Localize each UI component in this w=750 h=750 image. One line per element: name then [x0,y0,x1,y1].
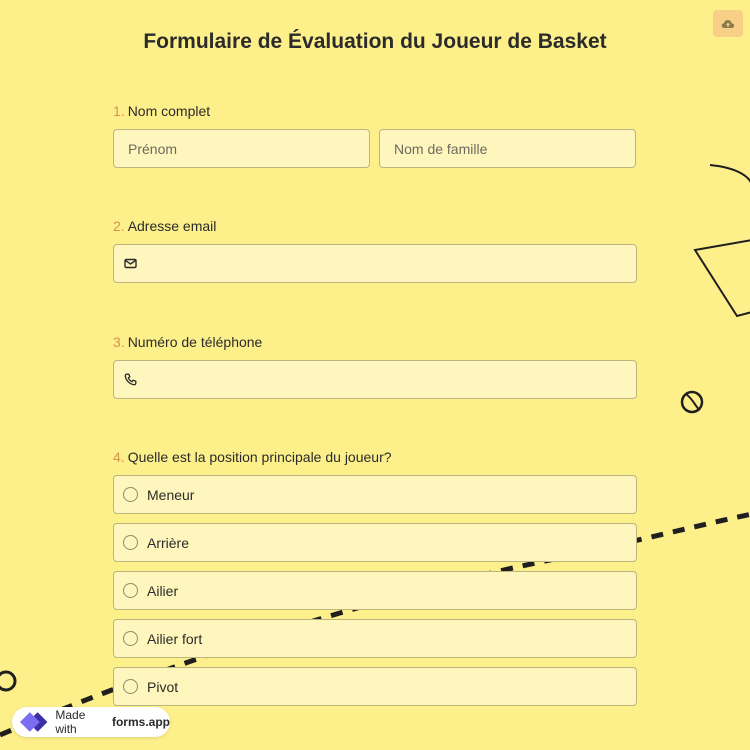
question-label: 2. Adresse email [113,217,637,235]
made-with-badge[interactable]: Made with forms.app [12,707,170,737]
first-name-input[interactable]: Prénom [113,129,370,168]
badge-brand: forms.app [111,715,170,729]
name-fields-row: Prénom Nom de famille [113,129,637,168]
question-full-name: 1. Nom complet Prénom Nom de famille [113,102,637,168]
backboard-decoration [693,239,750,318]
question-position: 4. Quelle est la position principale du j… [113,448,637,706]
question-label: 4. Quelle est la position principale du j… [113,448,637,466]
ball-decoration [680,390,704,414]
question-text: Numéro de téléphone [127,334,263,350]
email-input[interactable] [113,244,637,283]
radio-option-ailier[interactable]: Ailier [113,571,637,610]
question-number: 4. [113,449,125,465]
radio-button[interactable] [123,679,138,694]
radio-option-meneur[interactable]: Meneur [113,475,637,514]
option-label: Ailier fort [147,630,203,647]
question-label: 1. Nom complet [113,102,637,120]
radio-button[interactable] [123,583,138,598]
radio-option-pivot[interactable]: Pivot [113,667,637,706]
badge-prefix: Made with [55,708,86,736]
last-name-input[interactable]: Nom de famille [379,129,636,168]
question-number: 3. [113,334,125,350]
ball-decoration-seam [685,393,701,411]
question-number: 1. [113,103,125,119]
phone-input[interactable] [113,360,637,399]
option-label: Ailier [147,582,179,599]
form-title: Formulaire de Évaluation du Joueur de Ba… [143,30,607,53]
radio-button[interactable] [123,487,138,502]
option-label: Pivot [147,678,179,695]
question-label: 3. Numéro de téléphone [113,333,637,351]
phone-icon [124,373,137,386]
option-label: Arrière [147,534,190,551]
radio-button[interactable] [123,535,138,550]
cloud-icon [721,19,735,28]
radio-button[interactable] [123,631,138,646]
question-text: Quelle est la position principale du jou… [127,449,392,465]
question-text: Adresse email [127,218,217,234]
envelope-icon [124,258,137,269]
court-arc-decoration [709,164,750,183]
option-label: Meneur [147,486,195,503]
question-email: 2. Adresse email [113,217,637,283]
question-number: 2. [113,218,125,234]
question-text: Nom complet [127,103,211,119]
radio-option-ailier-fort[interactable]: Ailier fort [113,619,637,658]
small-ball-decoration [0,670,17,692]
radio-option-arriere[interactable]: Arrière [113,523,637,562]
forms-app-logo-icon [20,712,48,732]
question-phone: 3. Numéro de téléphone [113,333,637,399]
